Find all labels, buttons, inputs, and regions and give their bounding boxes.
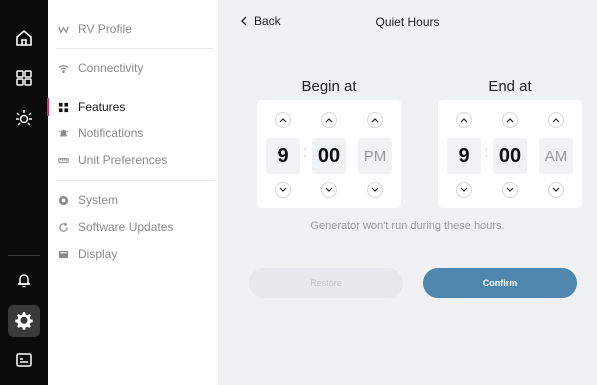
menu-item-system[interactable]: System [48,188,218,212]
chevron-up-icon [506,118,514,123]
device-icon[interactable] [8,344,40,376]
end-minute-value[interactable]: 00 [493,138,527,174]
begin-time-picker: 9 : 00 PM [257,100,401,208]
begin-minute-value[interactable]: 00 [312,138,346,174]
settings-menu: RV Profile Connectivity Features Notific… [47,0,218,385]
refresh-icon [56,220,70,234]
wifi-icon [56,61,70,75]
menu-item-rv-profile[interactable]: RV Profile [48,17,218,41]
quiet-hours-panel: Back Quiet Hours Begin at 9 : 00 PM End … [218,0,597,385]
menu-item-software-updates[interactable]: Software Updates [48,215,218,239]
menu-item-features[interactable]: Features [47,95,218,119]
confirm-button[interactable]: Confirm [423,268,577,298]
chevron-down-icon [460,187,468,192]
begin-minute-down-button[interactable] [321,182,337,198]
menu-item-connectivity[interactable]: Connectivity [48,56,218,80]
end-period-down-button[interactable] [548,182,564,198]
begin-hour-down-button[interactable] [275,182,291,198]
menu-item-label: Notifications [78,126,144,140]
chevron-down-icon [371,187,379,192]
chevron-up-icon [552,118,560,123]
menu-item-display[interactable]: Display [48,242,218,266]
menu-item-label: Software Updates [78,220,174,234]
end-label: End at [488,78,532,95]
menu-item-label: System [78,193,119,207]
chevron-up-icon [325,118,333,123]
page-title: Quiet Hours [375,15,440,29]
end-time-picker: 9 : 00 AM [438,100,582,208]
begin-period-value[interactable]: PM [358,138,392,174]
begin-period-up-button[interactable] [367,112,383,128]
chevron-down-icon [279,187,287,192]
notification-icon [56,126,70,140]
hint-text: Generator won't run during these hours. [310,220,505,232]
gear-icon[interactable] [8,305,40,337]
menu-item-notifications[interactable]: Notifications [48,121,218,145]
menu-divider [56,180,214,181]
begin-hour-up-button[interactable] [275,112,291,128]
nav-rail [0,0,48,385]
home-icon[interactable] [8,22,40,54]
end-hour-value[interactable]: 9 [447,138,481,174]
begin-minute-up-button[interactable] [321,112,337,128]
menu-item-label: RV Profile [78,22,132,36]
restore-button[interactable]: Restore [249,268,403,298]
chevron-down-icon [506,187,514,192]
brightness-icon[interactable] [8,102,40,134]
rv-icon [56,22,70,36]
end-minute-down-button[interactable] [502,182,518,198]
grid-icon[interactable] [8,62,40,94]
rail-divider [8,255,40,256]
ruler-icon [56,153,70,167]
time-separator: : [484,144,489,161]
end-period-up-button[interactable] [548,112,564,128]
features-icon [56,100,70,114]
system-icon [56,193,70,207]
chevron-up-icon [460,118,468,123]
menu-divider [56,48,214,49]
menu-item-label: Connectivity [78,61,144,75]
chevron-up-icon [279,118,287,123]
end-period-value[interactable]: AM [539,138,573,174]
menu-item-label: Unit Preferences [78,153,168,167]
time-separator: : [303,144,308,161]
begin-hour-value[interactable]: 9 [266,138,300,174]
menu-item-unit-preferences[interactable]: Unit Preferences [48,148,218,172]
bell-icon[interactable] [8,264,40,296]
chevron-up-icon [371,118,379,123]
chevron-down-icon [325,187,333,192]
menu-item-label: Display [78,247,118,261]
end-hour-up-button[interactable] [456,112,472,128]
begin-period-down-button[interactable] [367,182,383,198]
end-minute-up-button[interactable] [502,112,518,128]
chevron-down-icon [552,187,560,192]
end-hour-down-button[interactable] [456,182,472,198]
display-icon [56,247,70,261]
menu-item-label: Features [78,100,126,114]
begin-label: Begin at [301,78,357,95]
